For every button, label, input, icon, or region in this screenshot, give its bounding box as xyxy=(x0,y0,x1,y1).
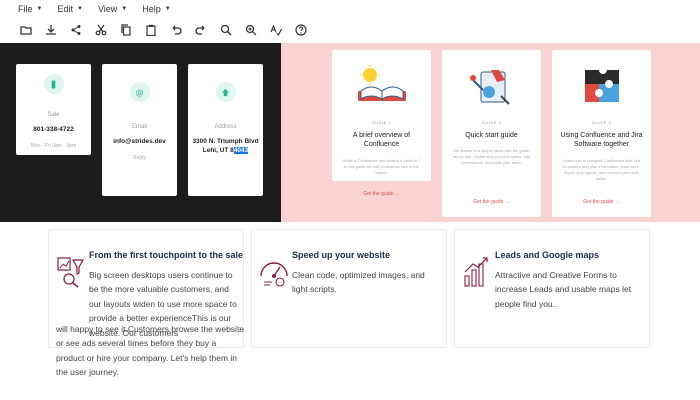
caret-down-icon: ▼ xyxy=(121,5,128,12)
menu-file-label: File xyxy=(18,3,33,14)
get-guide-link[interactable]: Get the guide → xyxy=(442,199,541,205)
feature-title: Leads and Google maps xyxy=(495,250,600,260)
caret-down-icon: ▼ xyxy=(164,5,171,12)
location-icon xyxy=(215,82,236,102)
guide-title: Using Confluence and Jira Software toget… xyxy=(560,132,643,149)
get-guide-link[interactable]: Get the guide → xyxy=(332,191,431,197)
contact-card-email: @ Email info@strides.dev Reply xyxy=(102,64,177,196)
toolbar xyxy=(0,17,700,43)
feature-card-speed: Speed up your website Clean code, optimi… xyxy=(251,229,447,348)
contact-sub: Reply xyxy=(133,154,146,161)
feature-card-leads: Leads and Google maps Attractive and Cre… xyxy=(454,229,650,348)
redo-icon[interactable] xyxy=(193,23,208,38)
speedometer-icon xyxy=(258,254,290,288)
svg-text:@: @ xyxy=(135,88,143,97)
contact-card-sale: Sale 801-338-4722 Mon - Fri 9am - 5pm xyxy=(16,64,91,155)
guide-description: Get started in a simple steps with the g… xyxy=(452,148,531,166)
menu-view[interactable]: View ▼ xyxy=(98,4,127,14)
clipboard-illustration xyxy=(442,56,541,118)
copy-icon[interactable] xyxy=(118,23,133,38)
guide-title: A brief overview of Confluence xyxy=(352,132,411,149)
menu-edit-label: Edit xyxy=(57,3,73,14)
menu-file[interactable]: File ▼ xyxy=(18,4,42,14)
contact-label: Email xyxy=(131,124,147,130)
caret-down-icon: ▼ xyxy=(76,5,83,12)
guide-kicker: GUIDE 3 xyxy=(591,120,612,125)
guide-description: What is Confluence and what is it used f… xyxy=(343,157,420,175)
menu-bar: File ▼ Edit ▼ View ▼ Help ▼ xyxy=(0,0,700,17)
zoom-out-icon[interactable] xyxy=(243,23,258,38)
growth-chart-icon xyxy=(461,254,493,288)
spellcheck-icon[interactable] xyxy=(268,23,283,38)
guide-card-quickstart: GUIDE 2 Quick start guide Get started in… xyxy=(442,50,541,217)
guide-kicker: GUIDE 2 xyxy=(481,120,502,125)
get-guide-link[interactable]: Get the guide → xyxy=(552,199,651,205)
guide-description: Learn how to integrate Confluence with J… xyxy=(563,157,640,181)
caret-down-icon: ▼ xyxy=(36,5,43,12)
undo-icon[interactable] xyxy=(168,23,183,38)
menu-view-label: View xyxy=(97,3,118,14)
selected-text: 4043 xyxy=(233,146,249,154)
puzzle-illustration xyxy=(552,56,651,118)
guide-card-jira: GUIDE 3 Using Confluence and Jira Softwa… xyxy=(552,50,651,217)
menu-help[interactable]: Help ▼ xyxy=(142,4,170,14)
analytics-funnel-icon xyxy=(55,254,87,288)
feature-title: Speed up your website xyxy=(292,250,391,260)
feature-title: From the first touchpoint to the sale xyxy=(89,250,244,260)
menu-edit[interactable]: Edit ▼ xyxy=(57,4,82,14)
contact-address[interactable]: 3300 N. Triumph Blvd Lehi, UT 84043 xyxy=(188,138,263,156)
contact-card-address: Address 3300 N. Triumph Blvd Lehi, UT 840… xyxy=(188,64,263,196)
share-icon[interactable] xyxy=(68,23,83,38)
feature-body: Attractive and Creative Forms to increas… xyxy=(495,270,632,309)
contact-email[interactable]: info@strides.dev xyxy=(102,138,177,147)
download-icon[interactable] xyxy=(43,23,58,38)
guide-card-overview: GUIDE 1 A brief overview of Confluence W… xyxy=(332,50,431,197)
paste-icon[interactable] xyxy=(143,23,158,38)
address-line-1: 3300 N. Triumph Blvd xyxy=(192,138,259,145)
contact-section: Sale 801-338-4722 Mon - Fri 9am - 5pm @ … xyxy=(0,43,281,222)
address-line-2: Lehi, UT 8 xyxy=(202,146,234,154)
cut-icon[interactable] xyxy=(93,23,108,38)
guide-title: Quick start guide xyxy=(465,132,518,139)
zoom-in-icon[interactable] xyxy=(218,23,233,38)
help-icon[interactable] xyxy=(293,23,308,38)
folder-open-icon[interactable] xyxy=(18,23,33,38)
contact-hours: Mon - Fri 9am - 5pm xyxy=(30,142,77,149)
guide-kicker: GUIDE 1 xyxy=(371,120,392,125)
feature-body-overflow: will happy to see it.Customers browse th… xyxy=(56,324,245,378)
contact-label: Address xyxy=(214,124,237,130)
menu-help-label: Help xyxy=(142,3,161,14)
guides-section: GUIDE 1 A brief overview of Confluence W… xyxy=(281,43,700,222)
phone-icon xyxy=(43,74,64,94)
at-icon: @ xyxy=(129,82,150,102)
feature-body: Clean code, optimized images, and light … xyxy=(292,270,425,295)
contact-label: Sale xyxy=(47,112,60,118)
book-illustration xyxy=(332,56,431,118)
contact-phone[interactable]: 801-338-4722 xyxy=(16,126,91,135)
